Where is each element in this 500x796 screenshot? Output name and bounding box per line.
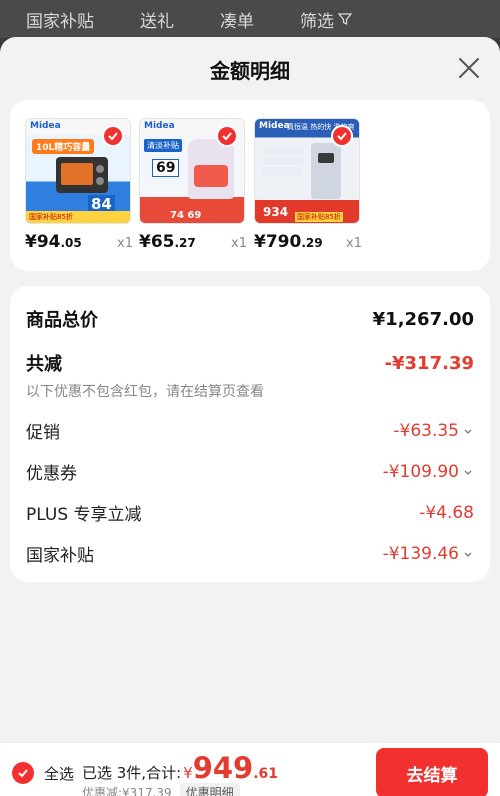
order-total: 已选 3件,合计: ¥ 949 .61: [82, 751, 278, 785]
product-item[interactable]: Midea 清淡补贴 69 74 69 ¥65.27 x1: [139, 118, 247, 252]
checked-icon[interactable]: [216, 125, 238, 147]
discount-row-national-subsidy[interactable]: 国家补贴 -¥139.46: [26, 541, 474, 566]
thumb-footer: 国家补贴85折: [26, 211, 130, 223]
checked-icon[interactable]: [102, 125, 124, 147]
checked-circle-icon: [12, 762, 34, 784]
sheet-title: 金额明细: [210, 59, 290, 83]
discount-value: -¥109.90: [383, 462, 474, 482]
reduce-row: 共减 -¥317.39: [26, 350, 474, 376]
feature-list: [263, 147, 303, 187]
select-all-label: 全选: [44, 764, 75, 783]
filter-gift[interactable]: 送礼: [140, 7, 174, 32]
product-qty: x1: [117, 236, 133, 251]
thumb-label: 清淡补贴: [144, 139, 182, 152]
product-item[interactable]: Midea 10L精巧容量 84 国家补贴85折 ¥94.05 x1: [25, 118, 133, 252]
oven-image: [56, 157, 108, 193]
select-all-toggle[interactable]: 全选: [12, 762, 74, 784]
checked-icon[interactable]: [331, 125, 353, 147]
product-price: ¥65.27: [139, 232, 196, 252]
discount-value: -¥63.35: [393, 421, 474, 441]
product-thumbnail: Midea 真恒温 热的快 洗的爽 934 国家补贴85折: [254, 118, 360, 224]
blender-image: [188, 139, 234, 199]
product-qty: x1: [346, 236, 362, 251]
product-item[interactable]: Midea 真恒温 热的快 洗的爽 934 国家补贴85折 ¥790.29 x1: [254, 118, 362, 252]
discount-label: 国家补贴: [26, 546, 94, 566]
filter-label: 送礼: [140, 11, 174, 32]
total-amount: 949: [192, 751, 254, 785]
brand-logo: Midea: [144, 121, 175, 131]
discount-detail-link[interactable]: 优惠明细: [179, 783, 240, 796]
products-card: Midea 10L精巧容量 84 国家补贴85折 ¥94.05 x1 Midea…: [10, 100, 490, 271]
filter-label: 国家补贴: [26, 11, 94, 32]
thumb-badge: 69: [152, 159, 180, 177]
discount-row-coupon[interactable]: 优惠券 -¥109.90: [26, 459, 474, 484]
total-label: 商品总价: [26, 310, 98, 331]
filter-add-on[interactable]: 凑单: [220, 7, 254, 32]
checkout-button[interactable]: 去结算: [376, 748, 488, 796]
currency-symbol: ¥: [183, 764, 193, 782]
thumb-footer: 国家补贴85折: [295, 212, 343, 222]
discount-label: 促销: [26, 423, 60, 443]
filter-label: 凑单: [220, 11, 254, 32]
funnel-icon: [338, 13, 352, 26]
amount-detail-sheet: 金额明细 Midea 10L精巧容量 84 国家补贴85折 ¥94.05 x1 …: [0, 37, 500, 796]
chevron-down-icon: [464, 470, 472, 475]
total-value: ¥1,267.00: [372, 308, 474, 330]
thumb-badge: 934: [263, 205, 289, 219]
discount-label: PLUS 专享立减: [26, 505, 142, 525]
water-heater-image: [311, 143, 341, 199]
discount-row-promotion[interactable]: 促销 -¥63.35: [26, 418, 474, 443]
discount-value: -¥4.68: [419, 502, 474, 523]
filter-label: 筛选: [300, 11, 334, 32]
price-summary-card: 商品总价 ¥1,267.00 共减 -¥317.39 以下优惠不包含红包，请在结…: [10, 286, 490, 582]
reduce-value: -¥317.39: [384, 352, 474, 374]
discount-summary: 优惠减:¥317.39 优惠明细: [82, 783, 240, 796]
filter-bar: 国家补贴 送礼 凑单 筛选: [0, 0, 500, 38]
discount-label: 优惠券: [26, 464, 77, 484]
brand-logo: Midea: [259, 121, 290, 131]
total-row: 商品总价 ¥1,267.00: [26, 306, 474, 332]
product-thumbnail: Midea 清淡补贴 69 74 69: [139, 118, 245, 224]
discount-note: 以下优惠不包含红包，请在结算页查看: [26, 384, 264, 400]
product-thumbnail: Midea 10L精巧容量 84 国家补贴85折: [25, 118, 131, 224]
discount-total: 优惠减:¥317.39: [82, 786, 172, 796]
checkout-bar: 全选 已选 3件,合计: ¥ 949 .61 优惠减:¥317.39 优惠明细 …: [0, 742, 500, 796]
product-qty: x1: [231, 236, 247, 251]
product-price: ¥94.05: [25, 232, 82, 252]
close-button[interactable]: [456, 55, 482, 81]
chevron-down-icon: [464, 552, 472, 557]
chevron-down-icon: [464, 429, 472, 434]
reduce-label: 共减: [26, 354, 62, 375]
discount-value: -¥139.46: [383, 544, 474, 564]
brand-logo: Midea: [30, 121, 61, 131]
thumb-label: 10L精巧容量: [32, 139, 95, 154]
filter-national-subsidy[interactable]: 国家补贴: [26, 7, 94, 32]
close-icon: [459, 58, 479, 78]
thumb-footer: 74 69: [170, 210, 202, 221]
filter-button[interactable]: 筛选: [300, 7, 352, 32]
total-amount-decimal: .61: [253, 766, 279, 782]
selected-count: 已选 3件,合计:: [82, 764, 182, 782]
product-price: ¥790.29: [254, 232, 323, 252]
discount-row-plus: PLUS 专享立减 -¥4.68: [26, 500, 474, 526]
